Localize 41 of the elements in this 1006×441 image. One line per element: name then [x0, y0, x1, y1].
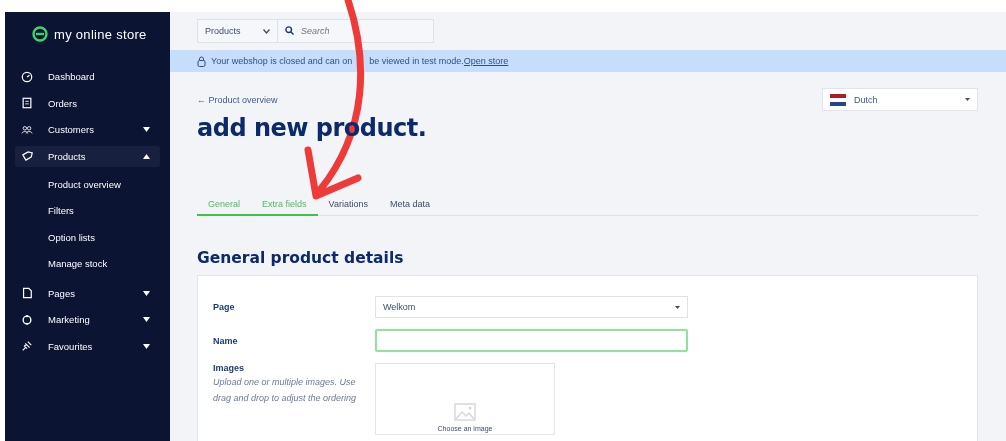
nav-subitem[interactable]: Filters [15, 198, 160, 225]
nav-icon [21, 97, 33, 109]
open-store-link[interactable]: Open store [463, 56, 509, 66]
language-select[interactable]: Dutch [822, 88, 978, 111]
logo-icon [32, 26, 48, 42]
field-label: Images [213, 363, 246, 373]
nav-subitem[interactable]: Option lists [15, 224, 160, 252]
field-label: Name [213, 335, 239, 346]
nav-subitem[interactable]: Product overview [15, 172, 160, 199]
nav-item[interactable]: Dashboard [15, 66, 160, 87]
nav-icon [21, 123, 33, 136]
chevron-icon [263, 28, 270, 34]
nav-icon [21, 287, 33, 300]
flag-icon [830, 93, 846, 106]
field-label: Page [213, 302, 236, 312]
nav-item[interactable]: Orders [15, 92, 160, 114]
tab[interactable]: Meta data [378, 199, 441, 216]
nav-icon [21, 340, 33, 353]
page-select[interactable]: Welkom [375, 296, 688, 318]
nav-item[interactable]: Pages [15, 282, 160, 304]
hint-text: Upload one or multiple images. Use drag and drop to adjust the ordering [213, 376, 358, 405]
name-field[interactable] [375, 329, 688, 352]
nav-item[interactable]: Customers [15, 119, 160, 140]
nav-icon [21, 70, 33, 83]
nav-icon [21, 150, 33, 162]
nav-subitem[interactable]: Manage stock [15, 251, 160, 278]
back-link[interactable]: ← Product overview [197, 95, 278, 111]
nav-item[interactable]: Marketing [15, 309, 160, 331]
brand-name: my online store [54, 26, 147, 42]
tab[interactable]: Variations [317, 199, 379, 216]
section-title: General product details [196, 248, 405, 269]
caret-icon [675, 305, 680, 309]
lock-icon [197, 55, 206, 67]
image-icon [454, 403, 476, 421]
nav-item[interactable]: Favourites [15, 335, 160, 357]
scope-select[interactable]: Products [197, 19, 278, 43]
nav-icon [21, 313, 33, 326]
nav-item[interactable]: Products [15, 145, 160, 167]
caret-icon [965, 98, 970, 101]
notice-text: Your webshop is closed and can on be viewed in test mode.Open store [211, 56, 509, 66]
search-field[interactable]: Search [278, 19, 434, 43]
